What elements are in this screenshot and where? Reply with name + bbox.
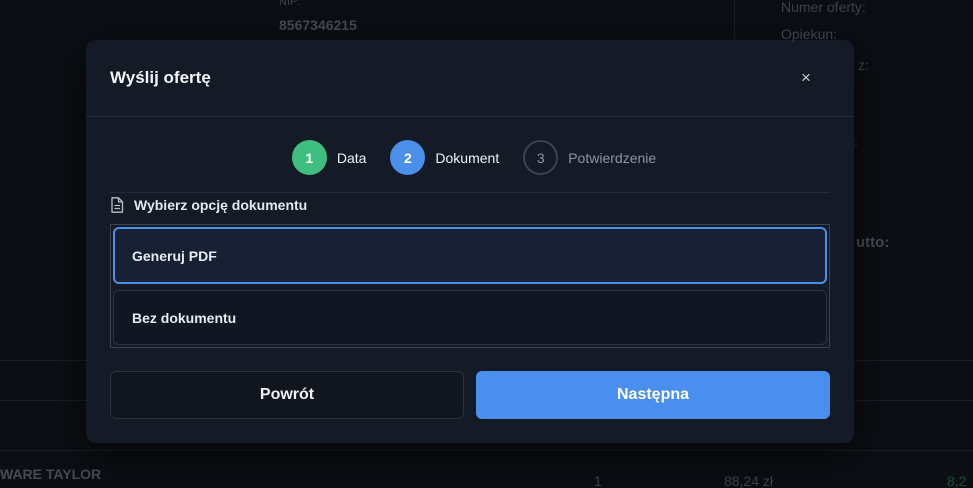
product-price: 88,24 zł — [724, 473, 774, 488]
document-option-heading: Wybierz opcję dokumentu — [110, 197, 307, 213]
close-icon[interactable]: × — [798, 69, 814, 86]
step-number: 3 — [523, 140, 559, 175]
background-divider — [734, 0, 735, 40]
step-number: 1 — [291, 140, 327, 175]
document-options-list: Generuj PDF Bez dokumentu — [110, 224, 830, 348]
step-data: 1 Data — [291, 140, 367, 175]
nip-label: NIP: — [279, 0, 301, 8]
dialog-title: Wyślij ofertę — [110, 68, 211, 87]
document-icon — [111, 197, 124, 213]
product-total: 8,2 — [947, 473, 967, 488]
option-generate-pdf[interactable]: Generuj PDF — [113, 227, 827, 284]
step-label: Potwierdzenie — [568, 149, 657, 166]
stepper-divider — [110, 192, 830, 193]
option-label: Bez dokumentu — [132, 309, 237, 326]
background-fragment-colon: : — [854, 133, 858, 149]
product-qty: 1 — [594, 473, 602, 488]
step-potwierdzenie: 3 Potwierdzenie — [523, 140, 656, 175]
send-offer-dialog: Opiekun: Wyślij ofertę × 1 Data 2 Dokume… — [86, 26, 854, 443]
product-name: WARE TAYLOR — [0, 466, 102, 482]
guardian-label: Opiekun: — [781, 26, 838, 42]
brutto-label: utto: — [856, 234, 890, 251]
option-label: Generuj PDF — [132, 247, 217, 264]
offer-number-label: Numer oferty: — [781, 0, 866, 15]
step-dokument: 2 Dokument — [390, 140, 499, 175]
background-fragment-z: z: — [858, 57, 869, 73]
back-button[interactable]: Powrót — [110, 371, 464, 419]
stepper: 1 Data 2 Dokument 3 Potwierdzenie — [86, 140, 854, 175]
step-label: Data — [336, 149, 367, 166]
dialog-actions: Powrót Następna — [110, 371, 830, 419]
step-number: 2 — [390, 140, 426, 175]
dialog-header: Wyślij ofertę × — [86, 40, 854, 117]
next-button[interactable]: Następna — [476, 371, 830, 419]
background-row-line — [0, 450, 973, 451]
step-label: Dokument — [435, 149, 500, 166]
nip-value: 8567346215 — [279, 17, 357, 33]
option-no-document[interactable]: Bez dokumentu — [113, 290, 827, 345]
section-label: Wybierz opcję dokumentu — [134, 197, 308, 213]
